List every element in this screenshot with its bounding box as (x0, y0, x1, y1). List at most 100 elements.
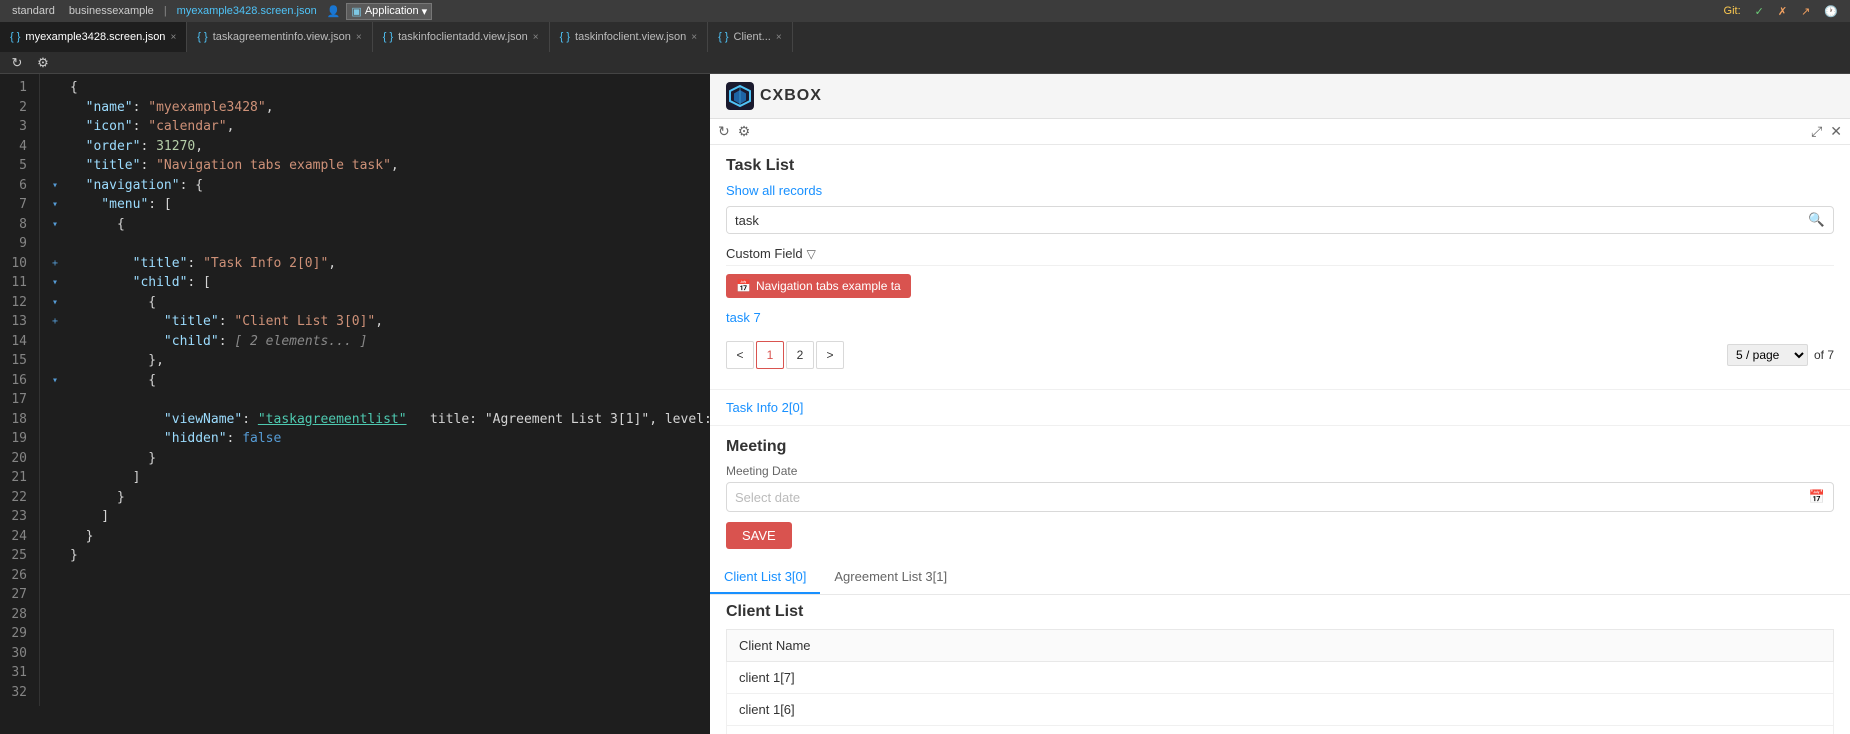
client-name-cell: client 1[5] (727, 726, 1834, 734)
nav-tab-button[interactable]: 📅 Navigation tabs example ta (726, 274, 911, 298)
fold-icon[interactable] (52, 80, 70, 95)
close-tab-icon[interactable]: × (170, 32, 176, 43)
code-line: "order": 31270, (52, 137, 710, 157)
close-tab-icon[interactable]: × (356, 32, 362, 43)
table-row: client 1[5] (727, 726, 1834, 734)
page-1-button[interactable]: 1 (756, 341, 784, 369)
show-all-link[interactable]: Show all records (726, 183, 822, 198)
code-line: ] (52, 507, 710, 527)
settings-icon[interactable]: ⚙ (34, 55, 52, 71)
code-line: + "title": "Client List 3[0]", (52, 312, 710, 332)
x-icon: ✗ (1774, 5, 1791, 18)
panel-toolbar: ↻ ⚙ ⤢ ✕ (710, 119, 1850, 145)
top-bar-businessexample[interactable]: businessexample (65, 5, 158, 17)
code-editor[interactable]: 12345 678910 1112131415 1617181920 21222… (0, 74, 710, 734)
fold-icon[interactable]: ▾ (52, 178, 70, 193)
client-name-header: Client Name (727, 630, 1834, 662)
fold-icon[interactable]: ▾ (52, 275, 70, 290)
clock-icon: 🕐 (1820, 5, 1842, 18)
logo-text: CXBOX (760, 87, 822, 105)
add-icon[interactable]: + (52, 256, 70, 271)
top-bar-file[interactable]: myexample3428.screen.json (173, 5, 321, 17)
json-icon: { } (560, 31, 570, 43)
add-icon[interactable]: + (52, 314, 70, 329)
code-line: } (52, 527, 710, 547)
code-line: { (52, 78, 710, 98)
cxbox-logo-icon (726, 82, 754, 110)
chevron-down-icon: ▾ (422, 5, 428, 18)
close-tab-icon[interactable]: × (776, 32, 782, 43)
date-input[interactable]: Select date 📅 (726, 482, 1834, 512)
json-icon: { } (383, 31, 393, 43)
code-content[interactable]: { "name": "myexample3428", "icon": "cale… (40, 74, 710, 706)
reload-icon[interactable]: ↻ (8, 55, 26, 71)
close-tab-icon[interactable]: × (691, 32, 697, 43)
task-info-link[interactable]: Task Info 2[0] (726, 394, 803, 421)
search-button[interactable]: 🔍 (1800, 207, 1833, 233)
code-line: ▾ "navigation": { (52, 176, 710, 196)
prev-page-button[interactable]: < (726, 341, 754, 369)
tab-agreement-list[interactable]: Agreement List 3[1] (820, 561, 961, 594)
cxbox-header: CXBOX (710, 74, 1850, 119)
code-line: }, (52, 351, 710, 371)
custom-field-bar: Custom Field ▽ (726, 242, 1834, 266)
sub-tabs: Client List 3[0] Agreement List 3[1] (710, 561, 1850, 595)
code-line: } (52, 449, 710, 469)
fold-icon[interactable]: ▾ (52, 197, 70, 212)
fold-icon[interactable]: ▾ (52, 373, 70, 388)
right-panel-content: Task List Show all records 🔍 Custom Fiel… (710, 145, 1850, 734)
secondary-toolbar: ↻ ⚙ (0, 52, 1850, 74)
git-icon: Git: (1720, 5, 1745, 17)
table-row: client 1[7] (727, 662, 1834, 694)
tab-client[interactable]: { } Client... × (708, 22, 793, 52)
code-line: "title": "Navigation tabs example task", (52, 156, 710, 176)
client-list-section: Client List Client Name client 1[7]clien… (710, 595, 1850, 734)
calendar-picker-icon: 📅 (1809, 489, 1825, 505)
check-icon: ✓ (1751, 5, 1768, 18)
json-icon: { } (10, 31, 20, 43)
search-input[interactable] (727, 208, 1800, 233)
task-list-title: Task List (726, 157, 1834, 175)
tab-myexample[interactable]: { } myexample3428.screen.json × (0, 22, 187, 52)
meeting-section: Meeting Meeting Date Select date 📅 SAVE (710, 426, 1850, 561)
code-line: } (52, 546, 710, 566)
close-panel-icon[interactable]: ✕ (1830, 123, 1842, 140)
top-bar-standard[interactable]: standard (8, 5, 59, 17)
tab-bar: { } myexample3428.screen.json × { } task… (0, 22, 1850, 52)
per-page-select[interactable]: 5 / page 10 / page 20 / page (1727, 344, 1808, 366)
search-bar: 🔍 (726, 206, 1834, 234)
line-numbers: 12345 678910 1112131415 1617181920 21222… (0, 74, 40, 706)
close-tab-icon[interactable]: × (533, 32, 539, 43)
tab-taskagreement[interactable]: { } taskagreementinfo.view.json × (187, 22, 372, 52)
pagination-right: 5 / page 10 / page 20 / page of 7 (1727, 344, 1834, 366)
client-name-cell: client 1[6] (727, 694, 1834, 726)
client-list-title: Client List (726, 603, 1834, 621)
code-line: ▾ "menu": [ (52, 195, 710, 215)
expand-icon[interactable]: ⤢ (1811, 123, 1822, 140)
date-placeholder: Select date (735, 490, 800, 505)
tab-taskinfoclient[interactable]: { } taskinfoclient.view.json × (550, 22, 709, 52)
fold-icon[interactable]: ▾ (52, 217, 70, 232)
pagination: < 1 2 > 5 / page 10 / page 20 / page of … (726, 333, 1834, 377)
json-icon: { } (197, 31, 207, 43)
filter-icon[interactable]: ▽ (807, 247, 816, 261)
tab-taskinfoclientadd[interactable]: { } taskinfoclientadd.view.json × (373, 22, 550, 52)
save-button[interactable]: SAVE (726, 522, 792, 549)
task-link[interactable]: task 7 (726, 306, 1834, 329)
tab-client-list[interactable]: Client List 3[0] (710, 561, 820, 594)
page-2-button[interactable]: 2 (786, 341, 814, 369)
reload-panel-icon[interactable]: ↻ (718, 123, 730, 140)
code-line (52, 234, 710, 254)
right-panel: CXBOX ↻ ⚙ ⤢ ✕ Task List Show all records… (710, 74, 1850, 734)
code-line: + "title": "Task Info 2[0]", (52, 254, 710, 274)
client-name-cell: client 1[7] (727, 662, 1834, 694)
settings-panel-icon[interactable]: ⚙ (738, 123, 751, 140)
search-icon: 🔍 (1808, 212, 1825, 227)
fold-icon[interactable]: ▾ (52, 295, 70, 310)
next-page-button[interactable]: > (816, 341, 844, 369)
app-dropdown[interactable]: ▣ Application ▾ (346, 3, 432, 20)
code-line: ▾ { (52, 215, 710, 235)
code-line: "hidden": false (52, 429, 710, 449)
cxbox-logo: CXBOX (726, 82, 822, 110)
arrow-icon: ↗ (1797, 5, 1814, 18)
